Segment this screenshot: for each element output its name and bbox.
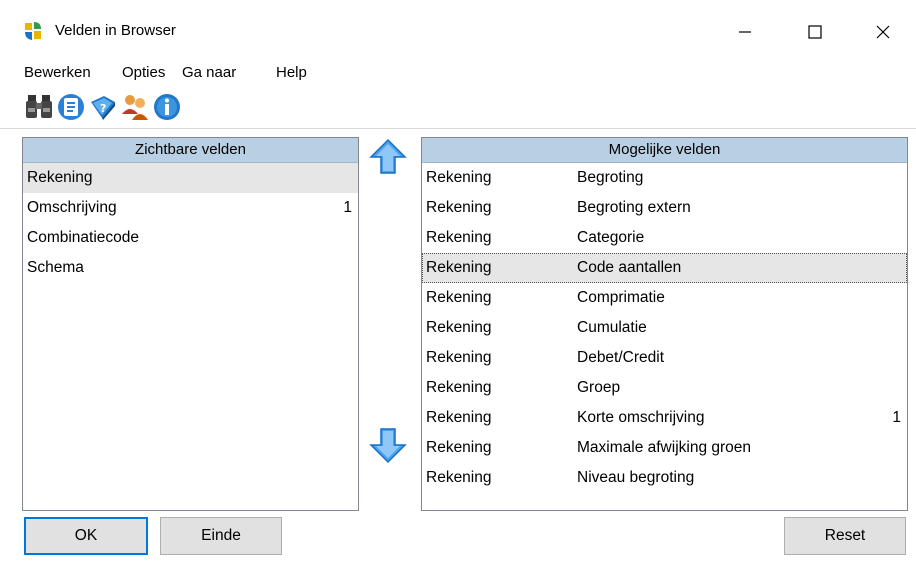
minimize-button[interactable] <box>722 12 768 52</box>
field-group: Rekening <box>426 469 492 486</box>
list-item[interactable]: Rekening Debet/Credit <box>422 343 907 373</box>
list-item[interactable]: Schema <box>23 253 358 283</box>
field-name: Code aantallen <box>577 259 682 276</box>
field-group: Rekening <box>426 229 492 246</box>
field-name: Cumulatie <box>577 319 647 336</box>
field-group: Rekening <box>426 349 492 366</box>
list-button[interactable] <box>56 92 86 122</box>
users-icon <box>122 95 148 120</box>
menu-opties[interactable]: Opties <box>122 64 165 81</box>
field-name: Rekening <box>27 169 93 186</box>
list-item[interactable]: Rekening Maximale afwijking groen <box>422 433 907 463</box>
possible-fields-list[interactable]: Mogelijke velden Rekening Begroting Reke… <box>421 137 908 511</box>
move-down-button[interactable] <box>368 425 408 465</box>
ok-button[interactable]: OK <box>24 517 148 555</box>
maximize-icon <box>808 25 822 39</box>
field-name: Niveau begroting <box>577 469 695 486</box>
list-item[interactable]: Rekening Begroting extern <box>422 193 907 223</box>
help-button[interactable]: ? <box>88 92 118 122</box>
field-group: Rekening <box>426 319 492 336</box>
field-name: Groep <box>577 379 621 396</box>
field-group: Rekening <box>426 379 492 396</box>
field-name: Korte omschrijving <box>577 409 705 426</box>
svg-text:?: ? <box>100 102 106 115</box>
close-button[interactable] <box>860 12 906 52</box>
help-book-icon: ? <box>91 96 115 120</box>
field-name: Combinatiecode <box>27 229 140 246</box>
visible-fields-header: Zichtbare velden <box>23 138 358 163</box>
info-icon <box>154 94 180 120</box>
search-button[interactable] <box>24 92 54 122</box>
field-name: Comprimatie <box>577 289 665 306</box>
einde-button[interactable]: Einde <box>160 517 282 555</box>
field-group: Rekening <box>426 409 492 426</box>
minimize-icon <box>739 31 751 33</box>
field-count: 1 <box>892 409 901 426</box>
field-name: Schema <box>27 259 84 276</box>
info-button[interactable] <box>152 92 182 122</box>
list-icon <box>58 94 84 120</box>
arrow-up-icon <box>369 138 407 174</box>
app-logo-icon <box>25 22 41 40</box>
field-group: Rekening <box>426 259 492 276</box>
move-up-button[interactable] <box>368 137 408 177</box>
close-icon <box>876 25 890 39</box>
users-button[interactable] <box>120 92 150 122</box>
field-name: Debet/Credit <box>577 349 665 366</box>
list-item[interactable]: Rekening Korte omschrijving 1 <box>422 403 907 433</box>
possible-fields-header: Mogelijke velden <box>422 138 907 163</box>
title-bar: Velden in Browser <box>0 0 916 60</box>
binoculars-icon <box>26 95 52 118</box>
field-name: Begroting extern <box>577 199 691 216</box>
menu-ga-naar[interactable]: Ga naar <box>182 64 236 81</box>
toolbar: ? <box>0 86 916 129</box>
field-group: Rekening <box>426 169 492 186</box>
list-item[interactable]: Rekening Begroting <box>422 163 907 193</box>
field-name: Begroting <box>577 169 644 186</box>
window-title: Velden in Browser <box>55 22 176 39</box>
menu-bewerken[interactable]: Bewerken <box>24 64 91 81</box>
field-group: Rekening <box>426 439 492 456</box>
list-item[interactable]: Rekening Groep <box>422 373 907 403</box>
list-item[interactable]: Rekening Niveau begroting <box>422 463 907 493</box>
list-item[interactable]: Rekening Cumulatie <box>422 313 907 343</box>
field-group: Rekening <box>426 289 492 306</box>
maximize-button[interactable] <box>792 12 838 52</box>
list-item[interactable]: Omschrijving 1 <box>23 193 358 223</box>
field-group: Rekening <box>426 199 492 216</box>
field-name: Maximale afwijking groen <box>577 439 752 456</box>
menu-help[interactable]: Help <box>276 64 307 81</box>
arrow-down-icon <box>369 428 407 464</box>
visible-fields-list[interactable]: Zichtbare velden Rekening Omschrijving 1… <box>22 137 359 511</box>
field-count: 1 <box>343 199 352 216</box>
list-item[interactable]: Rekening Comprimatie <box>422 283 907 313</box>
list-item[interactable]: Rekening <box>23 163 358 193</box>
list-item[interactable]: Rekening Categorie <box>422 223 907 253</box>
list-item-selected[interactable]: Rekening Code aantallen <box>422 253 907 283</box>
field-name: Omschrijving <box>27 199 117 216</box>
field-name: Categorie <box>577 229 645 246</box>
list-item[interactable]: Combinatiecode <box>23 223 358 253</box>
reset-button[interactable]: Reset <box>784 517 906 555</box>
menu-bar: Bewerken Opties Ga naar Help <box>0 60 916 86</box>
